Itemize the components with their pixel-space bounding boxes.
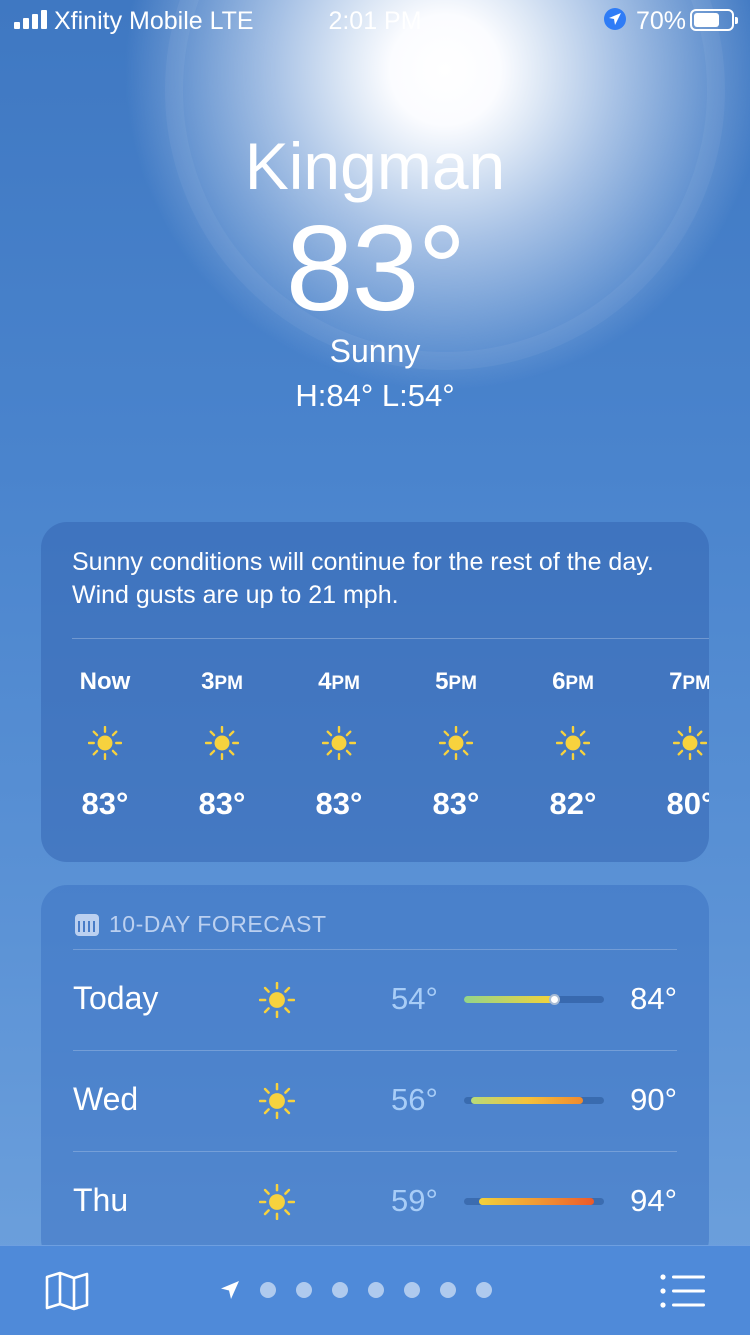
ten-day-forecast-card[interactable]: 10-DAY FORECAST Today 54° 84° Wed 56° 90°… — [41, 885, 709, 1265]
sun-icon — [258, 981, 296, 1019]
hourly-item: 7PM 80° — [645, 668, 709, 822]
hour-temperature: 83° — [81, 786, 129, 821]
page-dot[interactable] — [368, 1282, 384, 1298]
city-name: Kingman — [244, 129, 506, 203]
hour-label: 3PM — [201, 668, 243, 695]
page-dot[interactable] — [404, 1282, 420, 1298]
current-temperature: 83° — [285, 200, 467, 336]
page-dot[interactable] — [440, 1282, 456, 1298]
map-icon[interactable] — [45, 1271, 89, 1316]
page-dot[interactable] — [260, 1282, 276, 1298]
hourly-forecast-card[interactable]: Sunny conditions will continue for the r… — [41, 522, 709, 862]
forecast-day: Today — [73, 980, 159, 1016]
hour-temperature: 83° — [315, 786, 363, 821]
page-dot[interactable] — [476, 1282, 492, 1298]
sun-icon — [258, 1082, 296, 1120]
hour-temperature: 83° — [432, 786, 480, 821]
current-location-page-icon[interactable] — [220, 1280, 240, 1300]
hourly-item: 4PM 83° — [294, 668, 384, 822]
ten-day-forecast-header: 10-DAY FORECAST — [75, 911, 327, 938]
sun-icon — [87, 725, 123, 761]
list-icon[interactable] — [660, 1274, 706, 1313]
forecast-row: Today 54° 84° — [73, 949, 677, 1050]
hourly-item: 5PM 83° — [411, 668, 501, 822]
forecast-summary: Sunny conditions will continue for the r… — [72, 548, 654, 609]
hour-label: 7PM — [669, 668, 709, 695]
current-temperature-marker — [548, 994, 560, 1005]
forecast-day: Wed — [73, 1081, 139, 1117]
sun-icon — [321, 725, 357, 761]
forecast-high: 84° — [630, 981, 677, 1016]
current-condition: Sunny — [329, 333, 421, 369]
forecast-low: 59° — [391, 1183, 438, 1218]
sun-icon — [555, 725, 591, 761]
hour-temperature: 83° — [198, 786, 246, 821]
page-dot[interactable] — [332, 1282, 348, 1298]
sun-icon — [438, 725, 474, 761]
tab-bar — [0, 1245, 750, 1335]
forecast-high: 94° — [630, 1183, 677, 1218]
temperature-range-fill — [471, 1097, 583, 1104]
temperature-range-bar — [464, 1097, 604, 1104]
hour-temperature: 80° — [666, 786, 709, 821]
hourly-item: Now 83° — [60, 668, 150, 822]
forecast-low: 54° — [391, 981, 438, 1016]
hourly-item: 6PM 82° — [528, 668, 618, 822]
temperature-range-bar — [464, 1198, 604, 1205]
hour-label: 4PM — [318, 668, 360, 695]
ten-day-forecast-title: 10-DAY FORECAST — [109, 911, 327, 937]
forecast-row: Thu 59° 94° — [73, 1151, 677, 1252]
hourly-item: 3PM 83° — [177, 668, 267, 822]
hour-temperature: 82° — [549, 786, 597, 821]
hour-label: 6PM — [552, 668, 594, 695]
forecast-day: Thu — [73, 1182, 129, 1218]
location-services-icon — [604, 8, 626, 30]
status-bar: Xfinity Mobile LTE 2:01 PM 70% — [0, 0, 750, 40]
temperature-range-bar — [464, 994, 604, 1005]
battery-percent: 70% — [636, 7, 687, 35]
hour-label: 5PM — [435, 668, 477, 695]
hour-label: Now — [79, 668, 131, 695]
temperature-range-fill — [479, 1198, 595, 1205]
forecast-row: Wed 56° 90° — [73, 1050, 677, 1151]
high-low-temperature: H:84° L:54° — [295, 378, 455, 413]
sun-icon — [204, 725, 240, 761]
page-indicator[interactable] — [220, 1280, 492, 1300]
page-dot[interactable] — [296, 1282, 312, 1298]
forecast-high: 90° — [630, 1082, 677, 1117]
divider — [72, 638, 709, 639]
calendar-icon — [75, 913, 99, 936]
sun-icon — [258, 1183, 296, 1221]
temperature-range-fill — [464, 996, 554, 1003]
forecast-low: 56° — [391, 1082, 438, 1117]
battery-icon — [690, 9, 738, 31]
sun-icon — [672, 725, 708, 761]
